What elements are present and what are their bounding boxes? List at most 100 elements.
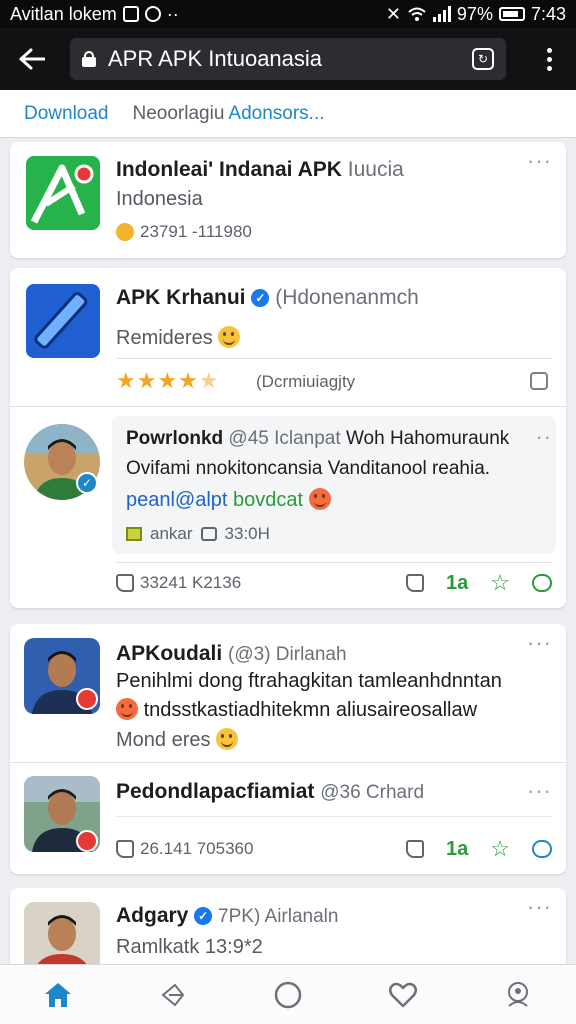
share-count-text: 26.141 705360: [140, 839, 254, 858]
app-title-text: APK Krhanui: [116, 286, 246, 309]
reload-icon[interactable]: ↻: [472, 48, 494, 70]
like-button[interactable]: [406, 840, 425, 858]
post-meta-a: ankar: [150, 524, 193, 543]
app-title-text: Indonleai' Indanai APK: [116, 158, 342, 181]
action-buttons: 1a ☆: [406, 836, 552, 862]
post-title: APKoudali (@3) Dirlanah: [116, 642, 347, 666]
app-subtitle: Indonesia: [116, 188, 203, 210]
favorite-icon[interactable]: ☆: [490, 570, 510, 596]
post-author[interactable]: Adgary: [116, 904, 188, 927]
app-card[interactable]: APK Krhanui ✓ (Hdonenanmch Remideres ★★★…: [10, 268, 566, 608]
nav-circle[interactable]: [258, 973, 318, 1017]
post-line: Ramlkatk 13:9*2: [116, 936, 263, 958]
post-handle: 7PK) Airlanaln: [218, 906, 339, 927]
comment-icon[interactable]: [532, 574, 552, 592]
post-body: Ovifami nnokitoncansia Vanditanool reahi…: [126, 458, 491, 479]
thumbs-up-icon[interactable]: [116, 574, 134, 592]
post-handle: (@3) Dirlanah: [228, 644, 347, 665]
app-title-sub: Iuucia: [347, 158, 404, 181]
home-icon: [44, 982, 71, 1007]
coin-icon: [116, 223, 134, 241]
back-arrow-icon: [19, 48, 45, 70]
profile-icon: [508, 981, 529, 1007]
calendar-icon: [200, 527, 217, 541]
overflow-menu-icon[interactable]: [534, 39, 564, 79]
rating-stars: ★★★★★: [116, 368, 220, 393]
post-title: Adgary ✓ 7PK) Airlanaln: [116, 904, 338, 928]
tag-icon: [126, 527, 142, 541]
post-tags: peanl@alpt bovdcat: [126, 488, 331, 512]
like-count: 1a: [446, 571, 469, 594]
post-card[interactable]: APKoudali (@3) Dirlanah ··· Penihlmi don…: [10, 624, 566, 874]
browser-toolbar: APR APK Intuoanasia ↻: [0, 28, 576, 90]
post-author[interactable]: Pedondlapacfiamiat: [116, 780, 314, 803]
badge-check-icon: ✓: [76, 472, 98, 494]
more-options-icon[interactable]: ···: [527, 150, 552, 172]
post-handle: @45 Iclanpat: [228, 428, 341, 449]
status-bar: Avitlan lokem ·· ✕ 97% 7:43: [0, 0, 576, 28]
divider: [10, 406, 566, 407]
divider: [10, 762, 566, 763]
post-handle: @36 Crhard: [320, 782, 425, 803]
post-author[interactable]: Powrlonkd: [126, 428, 223, 449]
action-row: 33241 K2136 1a ☆: [10, 568, 566, 598]
post-line: Penihlmi dong ftrahagkitan tamleanhdnnta…: [116, 670, 502, 692]
app-logo: [26, 284, 100, 358]
post-title: Pedondlapacfiamiat @36 Crhard: [116, 780, 424, 804]
more-options-icon[interactable]: ···: [527, 896, 552, 918]
app-card[interactable]: Indonleai' Indanai APK Iuucia Indonesia …: [10, 142, 566, 258]
post-more-icon[interactable]: ··: [535, 426, 552, 448]
post-tag-link[interactable]: peanl@alpt: [126, 489, 227, 511]
checkbox[interactable]: [530, 372, 548, 390]
divider: [116, 358, 552, 359]
like-count: 1a: [446, 837, 469, 860]
share-count-text: 33241 K2136: [140, 573, 242, 592]
app-line: Remideres: [116, 326, 241, 350]
lock-icon: [82, 51, 96, 67]
more-options-icon[interactable]: ···: [527, 780, 552, 802]
more-notifications-icon: ··: [166, 3, 179, 24]
nav-profile[interactable]: [488, 973, 548, 1017]
grin-emoji-icon: [308, 488, 331, 510]
url-bar[interactable]: APR APK Intuoanasia ↻: [70, 38, 506, 80]
thumbs-up-icon[interactable]: [116, 840, 134, 858]
app-logo: [26, 156, 100, 230]
like-button[interactable]: [406, 574, 425, 592]
grin-emoji-icon: [116, 698, 138, 720]
carrier-label: Avitlan lokem: [10, 3, 117, 24]
app-line-text: Remideres: [116, 327, 213, 349]
battery-percent: 97%: [456, 3, 493, 24]
signal-icon: [432, 6, 451, 22]
comment-icon[interactable]: [532, 840, 552, 858]
post-meta: ankar 33:0H: [126, 524, 270, 544]
share-count: 33241 K2136: [116, 573, 241, 593]
divider: [116, 816, 552, 817]
post-header-rest: Woh Hahomuraunk: [345, 428, 510, 449]
nav-discover[interactable]: [143, 973, 203, 1017]
verified-icon: ✓: [194, 907, 213, 925]
mute-icon: ✕: [385, 3, 401, 24]
app-title-sub: (Hdonenanmch: [275, 286, 419, 309]
post-line: Mond eres: [116, 728, 239, 752]
navigate-icon: [161, 983, 185, 1006]
post-tag-green[interactable]: bovdcat: [233, 489, 303, 511]
nav-favorites[interactable]: [373, 973, 433, 1017]
tab-second[interactable]: Neoorlagiu: [133, 103, 225, 125]
circle-icon: [274, 981, 302, 1008]
action-row: 26.141 705360 1a ☆: [10, 834, 566, 864]
tab-download[interactable]: Download: [24, 103, 109, 125]
smile-emoji-icon: [218, 326, 241, 348]
post-header: Powrlonkd @45 Iclanpat Woh Hahomuraunk: [126, 428, 509, 450]
favorite-icon[interactable]: ☆: [490, 836, 510, 862]
back-button[interactable]: [12, 39, 52, 79]
app-title: Indonleai' Indanai APK Iuucia: [116, 158, 404, 182]
post-author[interactable]: APKoudali: [116, 642, 222, 665]
more-options-icon[interactable]: ···: [527, 632, 552, 654]
post-line: tndsstkastiadhitekmn aliusaireosallaw: [116, 698, 477, 722]
rating-text: (Dcrmiuiagjty: [256, 372, 356, 391]
wifi-icon: [408, 7, 426, 21]
heart-icon: [389, 982, 418, 1007]
nav-home[interactable]: [28, 973, 88, 1017]
app-meta-text: 23791 -111980: [140, 222, 252, 241]
tab-third[interactable]: Adonsors...: [228, 103, 324, 125]
